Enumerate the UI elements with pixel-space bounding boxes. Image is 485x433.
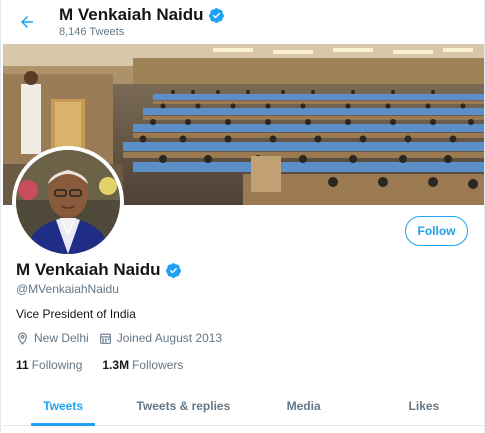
calendar-icon xyxy=(99,333,111,344)
following-label: Following xyxy=(31,358,83,372)
tab-media[interactable]: Media xyxy=(244,386,364,425)
followers-label: Followers xyxy=(132,358,184,372)
profile-bio: Vice President of India xyxy=(16,307,136,321)
joined-item: Joined August 2013 xyxy=(99,331,222,345)
joined-text: Joined August 2013 xyxy=(116,331,223,345)
following-count: 11 xyxy=(16,358,29,372)
profile-meta: New Delhi Joined August 2013 xyxy=(16,331,232,345)
header-title: M Venkaiah Naidu xyxy=(59,5,204,24)
tab-tweets[interactable]: Tweets xyxy=(3,386,123,426)
avatar-image xyxy=(16,150,120,254)
profile-frame: M Venkaiah Naidu 8,146 Tweets Follow M V… xyxy=(0,0,485,433)
tab-tweets-replies[interactable]: Tweets & replies xyxy=(123,386,243,425)
verified-badge-icon xyxy=(208,7,224,23)
profile-tabs: Tweets Tweets & replies Media Likes xyxy=(3,386,484,426)
tab-likes[interactable]: Likes xyxy=(364,386,484,425)
followers-count: 1.3M xyxy=(102,358,130,372)
header-title-group: M Venkaiah Naidu 8,146 Tweets xyxy=(59,5,225,38)
following-link[interactable]: 11 Following xyxy=(16,358,82,372)
profile-avatar[interactable] xyxy=(12,146,124,258)
display-name-row: M Venkaiah Naidu xyxy=(16,260,182,280)
profile-header: M Venkaiah Naidu 8,146 Tweets xyxy=(1,0,484,45)
display-name: M Venkaiah Naidu xyxy=(16,260,161,279)
arrow-left-icon xyxy=(21,16,33,28)
location-pin-icon xyxy=(18,332,27,345)
verified-badge-icon xyxy=(165,262,181,278)
follow-button[interactable]: Follow xyxy=(405,216,468,246)
followers-link[interactable]: 1.3M Followers xyxy=(102,358,183,372)
profile-handle: @MVenkaiahNaidu xyxy=(16,282,119,296)
header-title-row: M Venkaiah Naidu xyxy=(59,5,225,25)
profile-stats: 11 Following 1.3M Followers xyxy=(16,358,203,372)
tweet-count: 8,146 Tweets xyxy=(59,26,125,38)
location-text: New Delhi xyxy=(34,331,89,345)
location-item: New Delhi xyxy=(16,331,89,345)
back-button[interactable] xyxy=(13,8,41,36)
